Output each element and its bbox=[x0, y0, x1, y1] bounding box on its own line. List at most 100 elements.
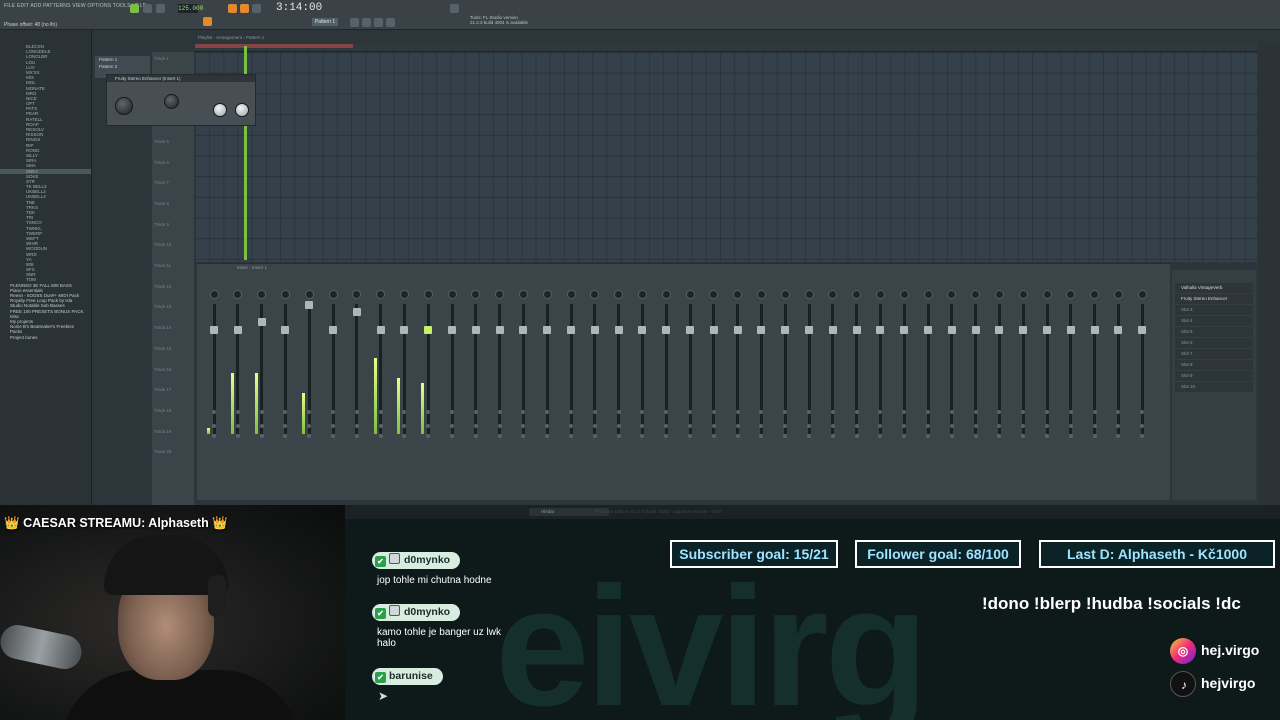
route-dot-icon[interactable] bbox=[259, 434, 264, 438]
pan-knob[interactable] bbox=[590, 290, 600, 299]
metronome-icon[interactable] bbox=[228, 4, 237, 13]
mixer-channel-strip[interactable] bbox=[512, 278, 534, 498]
mixer-channel-strip[interactable] bbox=[608, 278, 630, 498]
playlist-icon[interactable] bbox=[350, 18, 359, 27]
mixer-channel-strip[interactable] bbox=[560, 278, 582, 498]
volume-fader[interactable] bbox=[924, 326, 932, 334]
route-dot-icon[interactable] bbox=[521, 434, 526, 438]
route-dot-icon[interactable] bbox=[450, 424, 454, 428]
route-dot-icon[interactable] bbox=[259, 410, 264, 414]
route-dot-icon[interactable] bbox=[1045, 410, 1049, 414]
route-dot-icon[interactable] bbox=[1068, 424, 1073, 428]
route-dot-icon[interactable] bbox=[807, 434, 811, 438]
browser-panel[interactable]: ELECSN LONGDELE LONGLBR LOU LUV MX'XX MIX MOL MO… bbox=[0, 30, 92, 505]
route-dot-icon[interactable] bbox=[854, 434, 859, 438]
route-dot-icon[interactable] bbox=[569, 434, 573, 438]
browser-folder[interactable]: Project bones bbox=[0, 335, 91, 340]
pan-knob[interactable] bbox=[661, 290, 671, 299]
route-dot-icon[interactable] bbox=[235, 434, 240, 438]
track-label[interactable]: Track 11 bbox=[154, 263, 171, 268]
route-dot-icon[interactable] bbox=[664, 434, 669, 438]
pan-knob[interactable] bbox=[352, 290, 362, 299]
pan-knob[interactable] bbox=[471, 290, 481, 299]
mixer-channel-strip[interactable] bbox=[869, 278, 891, 498]
pan-knob[interactable] bbox=[614, 290, 624, 299]
volume-fader[interactable] bbox=[471, 326, 480, 334]
route-dot-icon[interactable] bbox=[997, 434, 1002, 438]
route-dot-icon[interactable] bbox=[807, 410, 811, 414]
route-dot-icon[interactable] bbox=[450, 410, 454, 414]
mixer-channel-strip[interactable] bbox=[1131, 278, 1153, 498]
volume-fader[interactable] bbox=[281, 326, 290, 334]
pan-knob[interactable] bbox=[637, 290, 647, 299]
pattern-item[interactable]: Pattern 1 bbox=[95, 56, 150, 63]
pan-knob[interactable] bbox=[447, 290, 457, 299]
volume-fader[interactable] bbox=[995, 326, 1004, 334]
route-dot-icon[interactable] bbox=[616, 410, 621, 414]
mixer-channel-strip[interactable] bbox=[536, 278, 558, 498]
route-dot-icon[interactable] bbox=[283, 434, 288, 438]
route-dot-icon[interactable] bbox=[759, 434, 764, 438]
effect-slot[interactable]: Valhalla VintageVerb bbox=[1175, 283, 1253, 293]
pan-knob[interactable] bbox=[423, 290, 433, 299]
effect-slot[interactable]: Slot 5 bbox=[1175, 327, 1253, 337]
route-dot-icon[interactable] bbox=[830, 410, 835, 414]
route-dot-icon[interactable] bbox=[307, 434, 312, 438]
pan-knob[interactable] bbox=[709, 290, 719, 299]
route-dot-icon[interactable] bbox=[735, 424, 740, 428]
channel-rack-icon[interactable] bbox=[374, 18, 383, 27]
pan-knob[interactable] bbox=[304, 290, 314, 299]
mixer-channel-strip[interactable] bbox=[203, 278, 225, 498]
track-label[interactable]: Track 6 bbox=[154, 160, 169, 165]
route-dot-icon[interactable] bbox=[711, 424, 716, 428]
track-label[interactable]: Track 5 bbox=[154, 139, 169, 144]
route-dot-icon[interactable] bbox=[807, 424, 811, 428]
pan-knob[interactable] bbox=[947, 290, 957, 299]
route-dot-icon[interactable] bbox=[331, 424, 335, 428]
route-dot-icon[interactable] bbox=[1140, 434, 1145, 438]
effect-slot[interactable]: Slot 10 bbox=[1175, 382, 1253, 392]
route-dot-icon[interactable] bbox=[473, 434, 478, 438]
route-dot-icon[interactable] bbox=[426, 434, 431, 438]
volume-fader[interactable] bbox=[828, 326, 837, 334]
track-label[interactable]: Track 14 bbox=[154, 325, 171, 330]
mixer-panel[interactable]: Mixer - Insert 1 bbox=[197, 263, 1170, 500]
route-dot-icon[interactable] bbox=[1068, 434, 1073, 438]
route-dot-icon[interactable] bbox=[378, 424, 383, 428]
pan-knob[interactable] bbox=[1066, 290, 1076, 299]
pan-knob[interactable] bbox=[756, 290, 766, 299]
route-dot-icon[interactable] bbox=[569, 424, 573, 428]
route-dot-icon[interactable] bbox=[640, 434, 645, 438]
loop-region[interactable] bbox=[195, 44, 353, 48]
pan-knob[interactable] bbox=[923, 290, 933, 299]
pan-knob[interactable] bbox=[1042, 290, 1052, 299]
volume-fader[interactable] bbox=[329, 326, 337, 334]
mixer-channel-strip[interactable] bbox=[750, 278, 772, 498]
mixer-channel-strip[interactable] bbox=[584, 278, 606, 498]
route-dot-icon[interactable] bbox=[1092, 434, 1097, 438]
playlist-grid[interactable] bbox=[195, 52, 1257, 262]
snap-icon[interactable] bbox=[203, 17, 212, 26]
route-dot-icon[interactable] bbox=[1045, 434, 1049, 438]
route-dot-icon[interactable] bbox=[259, 424, 264, 428]
route-dot-icon[interactable] bbox=[973, 424, 978, 428]
route-dot-icon[interactable] bbox=[854, 424, 859, 428]
pan-knob[interactable] bbox=[399, 290, 409, 299]
mixer-channel-strip[interactable] bbox=[370, 278, 392, 498]
volume-fader[interactable] bbox=[1043, 326, 1051, 334]
route-dot-icon[interactable] bbox=[1045, 424, 1049, 428]
effect-slot[interactable]: Slot 4 bbox=[1175, 316, 1253, 326]
route-dot-icon[interactable] bbox=[331, 434, 335, 438]
mixer-channel-strip[interactable] bbox=[322, 278, 344, 498]
route-dot-icon[interactable] bbox=[949, 424, 954, 428]
mixer-channel-strip[interactable] bbox=[346, 278, 368, 498]
volume-fader[interactable] bbox=[733, 326, 742, 334]
volume-fader[interactable] bbox=[567, 326, 575, 334]
route-dot-icon[interactable] bbox=[830, 424, 835, 428]
pan-knob[interactable] bbox=[495, 290, 505, 299]
record-icon[interactable] bbox=[156, 4, 165, 13]
route-dot-icon[interactable] bbox=[973, 410, 978, 414]
volume-fader[interactable] bbox=[210, 326, 218, 334]
pan-knob[interactable] bbox=[828, 290, 838, 299]
volume-fader[interactable] bbox=[257, 318, 266, 326]
